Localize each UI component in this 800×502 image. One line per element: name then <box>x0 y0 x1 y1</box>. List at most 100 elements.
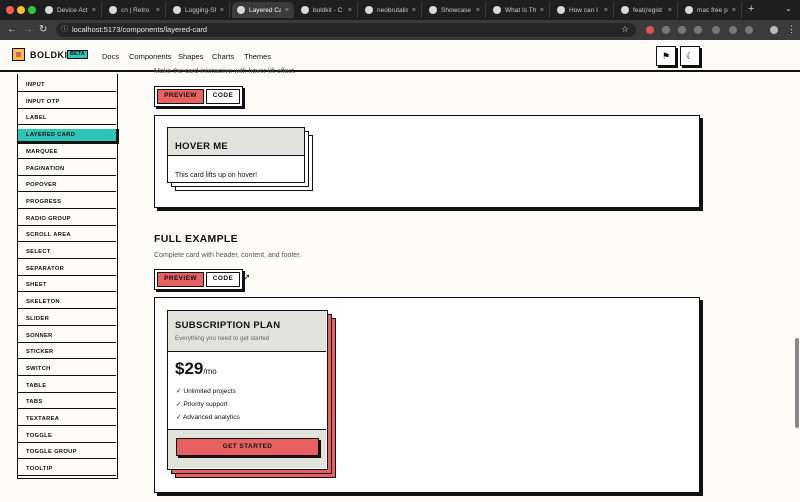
new-tab-icon[interactable]: + <box>748 3 754 15</box>
maximize-window-icon[interactable] <box>28 6 36 14</box>
theme-toggle-button[interactable]: ☾ <box>680 46 700 66</box>
sidebar-item-pagination[interactable]: PAGINATION <box>18 163 116 176</box>
sidebar-item-switch[interactable]: SWITCH <box>18 363 116 376</box>
back-icon[interactable]: ← <box>7 24 17 35</box>
mouse-cursor-icon: ➚ <box>243 272 251 282</box>
sidebar-item-sticker[interactable]: STICKER <box>18 346 116 360</box>
browser-tab-title: mac free p <box>697 6 728 14</box>
minimize-window-icon[interactable] <box>17 6 25 14</box>
close-tab-icon[interactable]: × <box>412 7 416 14</box>
extension-icon[interactable] <box>662 26 670 34</box>
close-tab-icon[interactable]: × <box>285 7 289 14</box>
tab-code[interactable]: CODE <box>206 272 240 287</box>
sidebar-item-skeleton[interactable]: SKELETON <box>18 296 116 310</box>
browser-tab-title: How can I i <box>569 6 600 14</box>
close-tab-icon[interactable]: × <box>604 7 608 14</box>
extension-icon[interactable] <box>694 26 702 34</box>
bookmark-star-icon[interactable]: ☆ <box>621 24 629 35</box>
sidebar-item-textarea[interactable]: TEXTAREA <box>18 413 116 426</box>
extension-icon[interactable] <box>712 26 720 34</box>
feature-item: ✓ Advanced analytics <box>176 414 240 421</box>
sidebar-item-scroll-area[interactable]: SCROLL AREA <box>18 229 116 243</box>
sidebar-item-label[interactable]: LABEL <box>18 112 116 126</box>
url-field[interactable]: ⓘ localhost:5173/components/layered-card <box>56 23 636 37</box>
browser-tab-bar: Device Acti × cn | Retro × Logging-Sl × Layere… <box>0 0 800 20</box>
page-scrollbar[interactable] <box>795 338 799 428</box>
browser-tab[interactable]: boldkit - C × <box>296 2 358 18</box>
browser-tab[interactable]: neobrutalis × <box>360 2 422 18</box>
nav-components[interactable]: Components <box>129 52 172 61</box>
boldkit-logo-icon[interactable] <box>12 48 25 61</box>
site-header: BOLDKIT BETA Docs Components Shapes Char… <box>0 40 800 72</box>
moon-icon: ☾ <box>685 50 695 61</box>
sidebar-item-select[interactable]: SELECT <box>18 246 116 259</box>
sidebar-item-tabs[interactable]: TABS <box>18 396 116 410</box>
close-tab-icon[interactable]: × <box>156 7 160 14</box>
card-header: SUBSCRIPTION PLAN Everything you need to… <box>168 311 326 352</box>
close-tab-icon[interactable]: × <box>220 7 224 14</box>
github-button[interactable]: ⚑ <box>656 46 676 66</box>
page-icon <box>557 6 565 14</box>
browser-tab-title: Logging-Sl <box>185 6 216 14</box>
sidebar-item-input-otp[interactable]: INPUT OTP <box>18 96 116 109</box>
close-tab-icon[interactable]: × <box>668 7 672 14</box>
feature-item: ✓ Priority support <box>176 401 228 408</box>
get-started-button[interactable]: GET STARTED <box>176 438 319 456</box>
close-tab-icon[interactable]: × <box>348 7 352 14</box>
close-tab-icon[interactable]: × <box>540 7 544 14</box>
tab-preview[interactable]: PREVIEW <box>157 89 204 104</box>
close-window-icon[interactable] <box>6 6 14 14</box>
sidebar-item-toggle-group[interactable]: TOGGLE GROUP <box>18 446 116 460</box>
tab-code[interactable]: CODE <box>206 89 240 104</box>
sidebar-item-table[interactable]: TABLE <box>18 380 116 393</box>
sidebar-item-slider[interactable]: SLIDER <box>18 313 116 326</box>
browser-tab[interactable]: feat(regist × <box>616 2 678 18</box>
close-tab-icon[interactable]: × <box>732 7 736 14</box>
tab-search-icon[interactable]: ⌄ <box>785 4 792 13</box>
sidebar-item-progress[interactable]: PROGRESS <box>18 196 116 209</box>
sidebar-item-tooltip[interactable]: TOOLTIP <box>18 463 116 477</box>
sidebar-item-input[interactable]: INPUT <box>18 79 116 92</box>
browser-tab[interactable]: mac free p × <box>680 2 742 18</box>
close-tab-icon[interactable]: × <box>476 7 480 14</box>
sidebar-item-sonner[interactable]: SONNER <box>18 330 116 343</box>
sidebar-item-radio-group[interactable]: RADIO GROUP <box>18 213 116 226</box>
reload-icon[interactable]: ↻ <box>39 24 47 35</box>
card-footer: GET STARTED <box>168 429 326 468</box>
nav-charts[interactable]: Charts <box>212 52 234 61</box>
vercel-icon <box>301 6 309 14</box>
sidebar-item-sheet[interactable]: SHEET <box>18 279 116 293</box>
browser-tab-title: neobrutalis <box>377 6 408 14</box>
sidebar-item-separator[interactable]: SEPARATOR <box>18 263 116 276</box>
sidebar-item-popover[interactable]: POPOVER <box>18 179 116 193</box>
browser-tab[interactable]: How can I i × <box>552 2 614 18</box>
camera-icon[interactable] <box>729 26 737 34</box>
nav-shapes[interactable]: Shapes <box>178 52 203 61</box>
close-tab-icon[interactable]: × <box>92 7 96 14</box>
site-info-icon[interactable]: ⓘ <box>61 23 68 37</box>
extension-icon[interactable] <box>678 26 686 34</box>
browser-tab[interactable]: Layered Ca × <box>232 2 294 18</box>
github-icon <box>45 6 53 14</box>
extensions-puzzle-icon[interactable] <box>745 26 753 34</box>
github-icon <box>173 6 181 14</box>
browser-tab[interactable]: cn | Retro × <box>104 2 166 18</box>
extension-icon[interactable] <box>646 26 654 34</box>
browser-tab[interactable]: Logging-Sl × <box>168 2 230 18</box>
page-icon <box>621 6 629 14</box>
browser-tab-title: Layered Ca <box>249 6 281 14</box>
nav-docs[interactable]: Docs <box>102 52 119 61</box>
hover-preview-panel: HOVER ME This card lifts up on hover! <box>154 115 700 208</box>
sidebar-item-toggle[interactable]: TOGGLE <box>18 430 116 443</box>
more-menu-icon[interactable]: ⋮ <box>787 24 796 35</box>
browser-tab[interactable]: Device Acti × <box>40 2 102 18</box>
browser-tab-title: Showcase <box>441 6 471 14</box>
forward-icon[interactable]: → <box>23 24 33 35</box>
profile-avatar-icon[interactable] <box>770 26 778 34</box>
nav-themes[interactable]: Themes <box>244 52 271 61</box>
sidebar-item-layered-card[interactable]: LAYERED CARD <box>18 129 119 143</box>
tab-preview[interactable]: PREVIEW <box>157 272 204 287</box>
browser-tab[interactable]: Showcase × <box>424 2 486 18</box>
sidebar-item-marquee[interactable]: MARQUEE <box>18 146 116 159</box>
browser-tab[interactable]: What Is Th × <box>488 2 550 18</box>
